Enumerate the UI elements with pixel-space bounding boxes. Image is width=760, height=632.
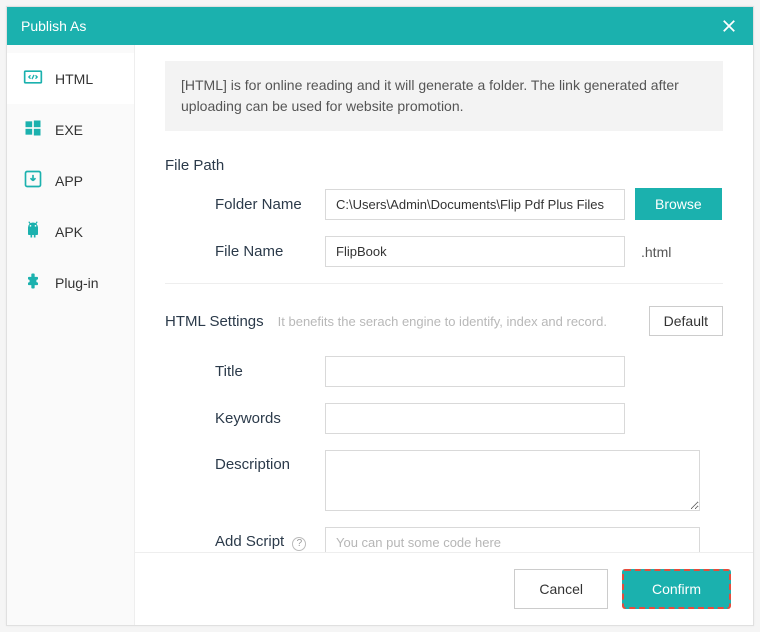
titlebar: Publish As <box>7 7 753 45</box>
filename-input[interactable] <box>325 236 625 267</box>
sidebar-item-label: APK <box>55 224 83 240</box>
description-row: Description <box>165 450 723 511</box>
plugin-icon <box>23 271 43 294</box>
footer: Cancel Confirm <box>135 552 753 625</box>
default-button[interactable]: Default <box>649 306 723 336</box>
script-label-text: Add Script <box>215 533 284 550</box>
help-icon[interactable]: ? <box>292 537 306 551</box>
folder-input[interactable] <box>325 189 625 220</box>
html-icon <box>23 67 43 90</box>
browse-button[interactable]: Browse <box>635 188 722 220</box>
folder-row: Folder Name Browse <box>165 188 723 220</box>
html-settings-heading: HTML Settings <box>165 313 264 330</box>
script-row: Add Script ? <box>165 527 723 552</box>
sidebar: HTML EXE APP APK <box>7 45 135 625</box>
file-ext: .html <box>641 244 671 260</box>
sidebar-item-label: EXE <box>55 122 83 138</box>
title-input[interactable] <box>325 356 625 387</box>
filename-row: File Name .html <box>165 236 723 267</box>
divider <box>165 283 723 284</box>
sidebar-item-label: APP <box>55 173 83 189</box>
android-icon <box>23 220 43 243</box>
file-path-heading: File Path <box>165 157 723 174</box>
keywords-input[interactable] <box>325 403 625 434</box>
info-box: [HTML] is for online reading and it will… <box>165 61 723 131</box>
keywords-label: Keywords <box>165 410 325 427</box>
dialog-body: HTML EXE APP APK <box>7 45 753 625</box>
confirm-button[interactable]: Confirm <box>622 569 731 609</box>
description-label: Description <box>165 450 325 473</box>
filename-label: File Name <box>165 243 325 260</box>
sidebar-item-app[interactable]: APP <box>7 155 134 206</box>
publish-dialog: Publish As HTML EXE APP <box>6 6 754 626</box>
script-input[interactable] <box>325 527 700 552</box>
title-label: Title <box>165 363 325 380</box>
sidebar-item-plugin[interactable]: Plug-in <box>7 257 134 308</box>
folder-label: Folder Name <box>165 196 325 213</box>
sidebar-item-apk[interactable]: APK <box>7 206 134 257</box>
sidebar-item-exe[interactable]: EXE <box>7 104 134 155</box>
download-icon <box>23 169 43 192</box>
keywords-row: Keywords <box>165 403 723 434</box>
window-title: Publish As <box>21 18 86 34</box>
content-area: [HTML] is for online reading and it will… <box>135 45 753 625</box>
title-row: Title <box>165 356 723 387</box>
sidebar-item-label: HTML <box>55 71 93 87</box>
html-settings-head: HTML Settings It benefits the serach eng… <box>165 306 723 336</box>
cancel-button[interactable]: Cancel <box>514 569 608 609</box>
sidebar-item-label: Plug-in <box>55 275 99 291</box>
description-input[interactable] <box>325 450 700 511</box>
html-settings-hint: It benefits the serach engine to identif… <box>278 314 635 329</box>
close-icon[interactable] <box>719 16 739 36</box>
windows-icon <box>23 118 43 141</box>
script-label: Add Script ? <box>165 527 325 551</box>
sidebar-item-html[interactable]: HTML <box>7 53 134 104</box>
